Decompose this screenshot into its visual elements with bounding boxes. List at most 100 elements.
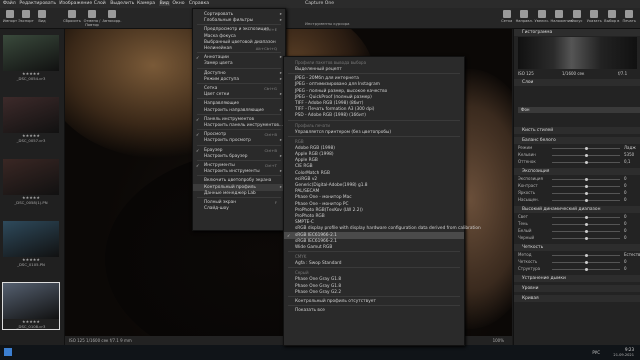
start-icon[interactable] bbox=[4, 348, 12, 356]
slider-value[interactable]: 0 bbox=[624, 259, 627, 264]
adjustment-slider[interactable] bbox=[552, 161, 620, 164]
adjustment-slider[interactable] bbox=[552, 185, 620, 188]
tool-section-header[interactable]: Уровни bbox=[514, 285, 640, 292]
menu-item-phase-one-gray-g2-2[interactable]: Phase One Gray G2.2 bbox=[284, 289, 464, 296]
slider-knob[interactable] bbox=[585, 237, 588, 240]
adjustment-slider[interactable] bbox=[552, 254, 620, 257]
menu-item-показать-все[interactable]: Показать все bbox=[284, 307, 464, 314]
tool-section-header[interactable]: Кривая bbox=[514, 295, 640, 302]
slider-knob[interactable] bbox=[585, 268, 588, 271]
tool-section-header[interactable]: Гистограмма bbox=[514, 29, 640, 36]
menu-item-настроить-направляющие[interactable]: Настроить направляющие ▸ bbox=[193, 107, 285, 114]
slider-value[interactable]: 0 bbox=[624, 221, 627, 226]
tool-section-header[interactable]: Экспозиция bbox=[514, 168, 640, 175]
adjustment-slider[interactable] bbox=[552, 178, 620, 181]
slider-value[interactable]: 5350 bbox=[624, 152, 634, 157]
menu-item-контрольный-профиль-отсутствуе[interactable]: Контрольный профиль отсутствует bbox=[284, 298, 464, 305]
toolbar-button-right-4[interactable]: Фокус bbox=[568, 10, 586, 23]
slider-value[interactable]: 0 bbox=[624, 176, 627, 181]
menu-item-wide-gamut-rgb[interactable]: Wide Gamut RGB bbox=[284, 244, 464, 251]
adjustment-slider[interactable] bbox=[552, 154, 620, 157]
toolbar-button-left-1[interactable]: Экспорт bbox=[18, 10, 34, 23]
slider-knob[interactable] bbox=[585, 192, 588, 195]
toolbar-button-left-0[interactable]: Импорт bbox=[2, 10, 18, 23]
tool-section-header[interactable]: Слои bbox=[514, 79, 640, 86]
toolbar-button-right-6[interactable]: Выбор в bbox=[603, 10, 621, 23]
slider-value[interactable]: Естественный bbox=[624, 252, 640, 257]
slider-value[interactable]: 0 bbox=[624, 214, 627, 219]
browser-thumbnail[interactable]: ★★★★★ _DSC_0057.cr3 bbox=[3, 97, 59, 143]
slider-knob[interactable] bbox=[585, 185, 588, 188]
slider-value[interactable]: 0 bbox=[624, 228, 627, 233]
menu-item-psd-adobe-rgb-1998-16бит[interactable]: PSD - Adobe RGB (1998) (16бит) bbox=[284, 112, 464, 119]
language-indicator[interactable]: РУС bbox=[592, 350, 600, 355]
menu-item-выделенный-рецепт[interactable]: Выделенный рецепт bbox=[284, 66, 464, 73]
slider-value[interactable]: 0 bbox=[624, 235, 627, 240]
menu-item-нелинейная[interactable]: Нелинейная Alt+Ctrl+Q bbox=[193, 45, 285, 52]
slider-knob[interactable] bbox=[585, 154, 588, 157]
slider-knob[interactable] bbox=[585, 199, 588, 202]
menu-5[interactable]: Камера bbox=[137, 1, 155, 6]
slider-knob[interactable] bbox=[585, 161, 588, 164]
menu-2[interactable]: Изображение bbox=[59, 1, 92, 6]
menu-item-режим-доступа[interactable]: Режим доступа ▸ bbox=[193, 76, 285, 83]
zoom-level[interactable]: 100% bbox=[493, 338, 504, 343]
slider-knob[interactable] bbox=[585, 147, 588, 150]
tool-section-header[interactable]: Кисть стилей bbox=[514, 127, 640, 134]
adjustment-slider[interactable] bbox=[552, 223, 620, 226]
browser-thumbnail[interactable]: ★★★★★ _DSC_0105.PN bbox=[3, 221, 59, 267]
browser-thumbnail[interactable]: ★★★★★ _DSC_0054.cr3 bbox=[3, 35, 59, 81]
adjustment-slider[interactable] bbox=[552, 237, 620, 240]
slider-value[interactable]: 0 bbox=[624, 266, 627, 271]
slider-value[interactable]: Ладж bbox=[624, 145, 636, 150]
toolbar-button-mid-0[interactable]: Сбросить bbox=[62, 10, 82, 23]
menu-item-глобальные-фильтры[interactable]: Глобальные фильтры ▸ bbox=[193, 17, 285, 24]
adjustment-slider[interactable] bbox=[552, 261, 620, 264]
menu-item-управляется-принтером-без-цвет[interactable]: Управляется принтером (без цветопробы) bbox=[284, 129, 464, 136]
tool-section-header[interactable]: Баланс белого bbox=[514, 137, 640, 144]
toolbar-button-right-7[interactable]: Печать bbox=[621, 10, 639, 23]
slider-knob[interactable] bbox=[585, 254, 588, 257]
menu-item-данные-менеджер-lab[interactable]: Данные менеджер Lab bbox=[193, 190, 285, 197]
toolbar-button-right-5[interactable]: Указать bbox=[586, 10, 604, 23]
slider-value[interactable]: 0,1 bbox=[624, 159, 630, 164]
menu-6[interactable]: Вид bbox=[158, 1, 170, 6]
slider-knob[interactable] bbox=[585, 230, 588, 233]
slider-knob[interactable] bbox=[585, 216, 588, 219]
slider-value[interactable]: 0 bbox=[624, 197, 627, 202]
adjustment-slider[interactable] bbox=[552, 216, 620, 219]
menu-item-настроить-панель-инструментов[interactable]: Настроить панель инструментов... bbox=[193, 122, 285, 129]
menu-item-замер-цвета[interactable]: Замер цвета bbox=[193, 60, 285, 67]
tool-section-header[interactable]: Высокий динамический диапазон bbox=[514, 206, 640, 213]
menu-item-цвет-сетки[interactable]: Цвет сетки ▸ bbox=[193, 91, 285, 98]
slider-knob[interactable] bbox=[585, 178, 588, 181]
browser-thumbnail[interactable]: ★★★★★ _DSC_0108.cr3 bbox=[2, 282, 60, 330]
toolbar-button-right-3[interactable]: Наложение bbox=[551, 10, 572, 23]
menu-1[interactable]: Редактировать bbox=[19, 1, 56, 6]
menu-item-настроить-инструменты[interactable]: Настроить инструменты ▸ bbox=[193, 168, 285, 175]
toolbar-button-right-2[interactable]: Увелич. bbox=[533, 10, 551, 23]
adjustment-slider[interactable] bbox=[552, 147, 620, 150]
tool-section-header[interactable]: Четкость bbox=[514, 244, 640, 251]
toolbar-button-mid-2[interactable]: Автокорр. bbox=[102, 10, 122, 23]
menu-item-настроить-просмотр[interactable]: Настроить просмотр ▸ bbox=[193, 137, 285, 144]
adjustment-slider[interactable] bbox=[552, 199, 620, 202]
toolbar-button-mid-1[interactable]: Отмена / Повтор bbox=[82, 10, 102, 27]
layer-row[interactable]: Фон bbox=[518, 107, 640, 113]
slider-value[interactable]: 0 bbox=[624, 190, 627, 195]
toolbar-button-right-1[interactable]: Направл. bbox=[516, 10, 534, 23]
slider-knob[interactable] bbox=[585, 223, 588, 226]
toolbar-button-right-0[interactable]: Сетка bbox=[498, 10, 516, 23]
tool-section-header[interactable]: Устранение дымки bbox=[514, 275, 640, 282]
adjustment-slider[interactable] bbox=[552, 230, 620, 233]
menu-7[interactable]: Окно bbox=[172, 1, 184, 6]
menu-4[interactable]: Выделить bbox=[110, 1, 134, 6]
menu-item-слайд-шоу[interactable]: Слайд-шоу bbox=[193, 205, 285, 212]
toolbar-button-left-2[interactable]: Вид bbox=[34, 10, 50, 23]
browser-thumbnail[interactable]: ★★★★★ _DSC_0058(1).PN bbox=[3, 159, 59, 205]
menu-8[interactable]: Справка bbox=[189, 1, 209, 6]
adjustment-slider[interactable] bbox=[552, 268, 620, 271]
menu-item-agfa-swop-standard[interactable]: Agfa : Swop Standard bbox=[284, 260, 464, 267]
slider-value[interactable]: 0 bbox=[624, 183, 627, 188]
menu-0[interactable]: Файл bbox=[3, 1, 16, 6]
